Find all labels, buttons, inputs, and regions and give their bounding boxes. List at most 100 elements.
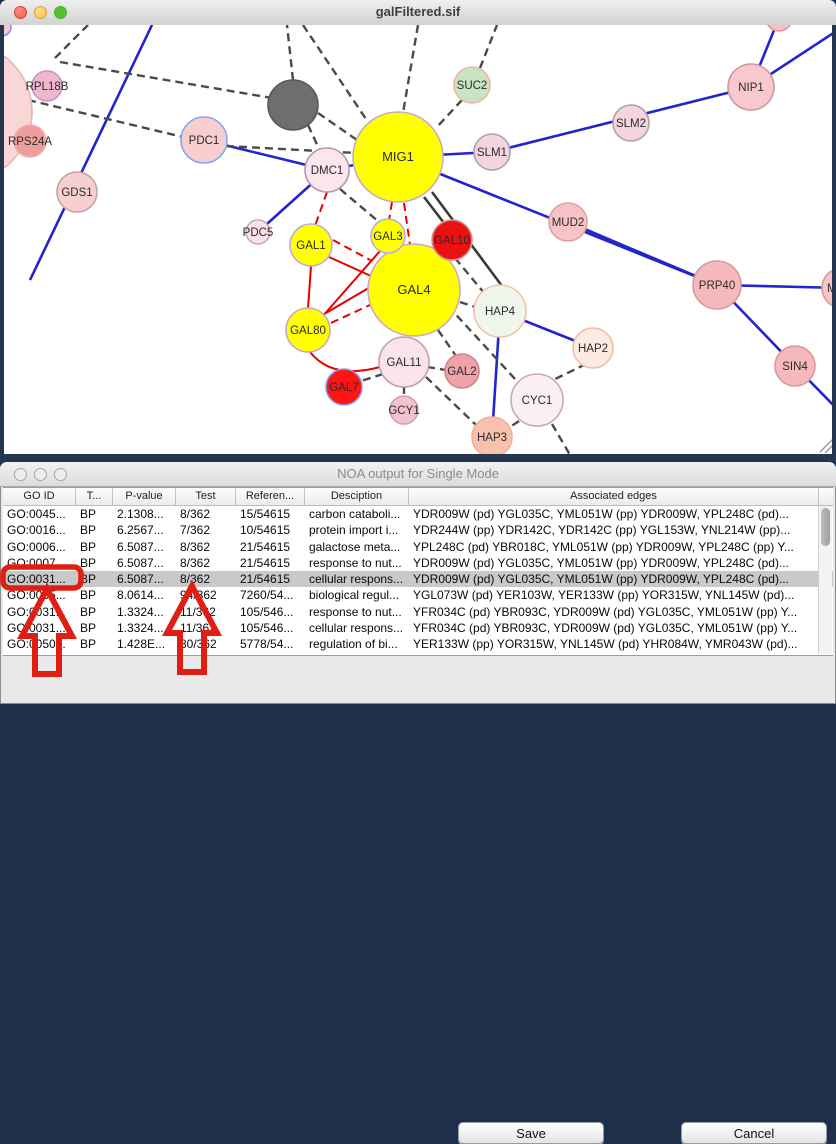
network-edge-gray[interactable] bbox=[287, 25, 293, 80]
table-cell: GO:0031... bbox=[3, 620, 76, 636]
table-cell: 21/54615 bbox=[236, 571, 305, 587]
table-row[interactable]: GO:0031...BP6.5087...8/36221/54615cellul… bbox=[3, 571, 833, 587]
network-edge-red_dash[interactable] bbox=[315, 192, 327, 226]
noa-window-title: NOA output for Single Mode bbox=[0, 466, 836, 481]
node-label-GAL1: GAL1 bbox=[296, 240, 325, 252]
node-label-MUD2: MUD2 bbox=[552, 217, 585, 229]
network-edge-gray[interactable] bbox=[28, 100, 183, 137]
table-cell: YDR009W (pd) YGL035C, YML051W (pp) YDR00… bbox=[409, 571, 819, 587]
table-header-row: GO IDT...P-valueTestReferen...Desciption… bbox=[3, 488, 833, 506]
noa-output-window: NOA output for Single Mode GO IDT...P-va… bbox=[0, 462, 836, 704]
node-label-HAP4: HAP4 bbox=[485, 306, 516, 318]
table-cell: 7260/54... bbox=[236, 587, 305, 603]
table-cell: BP bbox=[76, 604, 113, 620]
table-cell: 21/54615 bbox=[236, 539, 305, 555]
table-cell: 105/546... bbox=[236, 620, 305, 636]
noa-results-table: GO IDT...P-valueTestReferen...Desciption… bbox=[3, 487, 833, 656]
network-edge-red[interactable] bbox=[308, 266, 311, 309]
table-cell: BP bbox=[76, 587, 113, 603]
save-button[interactable]: Save bbox=[458, 1122, 604, 1144]
node-label-CYC1: CYC1 bbox=[522, 395, 553, 407]
table-row[interactable]: GO:0045...BP2.1308...8/36215/54615carbon… bbox=[3, 506, 833, 522]
node-gray-node[interactable] bbox=[268, 80, 318, 130]
table-cell: YGL073W (pd) YER103W, YER133W (pp) YOR31… bbox=[409, 587, 819, 603]
table-cell: YFR034C (pd) YBR093C, YDR009W (pd) YGL03… bbox=[409, 604, 819, 620]
table-cell: BP bbox=[76, 636, 113, 652]
node-label-DMC1: DMC1 bbox=[311, 165, 344, 177]
node-big-left[interactable] bbox=[4, 42, 32, 182]
network-edge-gray[interactable] bbox=[427, 367, 446, 370]
scrollbar-thumb[interactable] bbox=[821, 508, 830, 546]
table-cell: GO:0050... bbox=[3, 636, 76, 652]
node-label-GAL7: GAL7 bbox=[329, 382, 358, 394]
table-cell: galactose meta... bbox=[305, 539, 409, 555]
table-row[interactable]: GO:0050...BP1.428E...80/3625778/54...reg… bbox=[3, 636, 833, 652]
table-row[interactable]: GO:0031...BP1.3324...11/362105/546...cel… bbox=[3, 620, 833, 636]
node-label-HAP3: HAP3 bbox=[477, 432, 507, 444]
node-label-PRP40: PRP40 bbox=[699, 280, 735, 292]
network-edge-gray[interactable] bbox=[55, 25, 88, 58]
table-cell: GO:0006... bbox=[3, 539, 76, 555]
network-edge-red[interactable] bbox=[326, 286, 372, 313]
node-corner-top-left[interactable] bbox=[4, 25, 11, 36]
table-row[interactable]: GO:0031...BP1.3324...11/362105/546...res… bbox=[3, 604, 833, 620]
network-edge-red_dash[interactable] bbox=[333, 240, 372, 261]
table-cell: 8/362 bbox=[176, 555, 236, 571]
table-cell: 11/362 bbox=[176, 620, 236, 636]
network-edge-gray[interactable] bbox=[460, 302, 475, 307]
column-header-go-id[interactable]: GO ID bbox=[3, 488, 76, 505]
column-header-desciption[interactable]: Desciption bbox=[305, 488, 409, 505]
node-label-NIP1: NIP1 bbox=[738, 82, 764, 94]
network-edge-gray[interactable] bbox=[361, 374, 383, 381]
table-cell: 7/362 bbox=[176, 522, 236, 538]
node-label-GAL4: GAL4 bbox=[397, 282, 430, 297]
noa-window-titlebar: NOA output for Single Mode bbox=[0, 462, 836, 487]
network-edge-gray[interactable] bbox=[308, 125, 320, 151]
network-edge-red[interactable] bbox=[329, 257, 371, 276]
network-edge-red_dash[interactable] bbox=[389, 202, 392, 220]
table-cell: GO:0065... bbox=[3, 587, 76, 603]
network-edge-gray[interactable] bbox=[480, 25, 497, 68]
network-edge-gray[interactable] bbox=[549, 364, 586, 382]
network-edge-gray[interactable] bbox=[436, 100, 462, 128]
table-cell: GO:0031... bbox=[3, 571, 76, 587]
table-cell: cellular respons... bbox=[305, 620, 409, 636]
network-edge-gray[interactable] bbox=[403, 25, 418, 113]
column-header-t-[interactable]: T... bbox=[76, 488, 113, 505]
network-window-title: galFiltered.sif bbox=[0, 4, 836, 19]
table-body: GO:0045...BP2.1308...8/36215/54615carbon… bbox=[3, 506, 833, 653]
network-edge-gray[interactable] bbox=[438, 330, 456, 356]
node-label-GAL2: GAL2 bbox=[447, 366, 476, 378]
cancel-button[interactable]: Cancel bbox=[681, 1122, 827, 1144]
network-edge-gray[interactable] bbox=[60, 62, 272, 98]
table-cell: GO:0045... bbox=[3, 506, 76, 522]
node-label-GAL80: GAL80 bbox=[290, 325, 326, 337]
table-cell: GO:0016... bbox=[3, 522, 76, 538]
table-row[interactable]: GO:0016...BP6.2567...7/36210/54615protei… bbox=[3, 522, 833, 538]
network-edge-gray[interactable] bbox=[552, 424, 573, 454]
node-label-GAL10: GAL10 bbox=[434, 235, 470, 247]
node-label-SLM1: SLM1 bbox=[477, 147, 507, 159]
column-header-associated-edges[interactable]: Associated edges bbox=[409, 488, 819, 505]
table-row[interactable]: GO:0007...BP6.5087...8/36221/54615respon… bbox=[3, 555, 833, 571]
network-edge-gray[interactable] bbox=[318, 113, 357, 140]
network-edge-blue[interactable] bbox=[30, 25, 152, 280]
table-cell: YPL248C (pd) YBR018C, YML051W (pp) YDR00… bbox=[409, 539, 819, 555]
table-cell: YDR244W (pp) YDR142C, YDR142C (pp) YGL15… bbox=[409, 522, 819, 538]
table-row[interactable]: GO:0065...BP8.0614...94/3627260/54...bio… bbox=[3, 587, 833, 603]
table-cell: response to nut... bbox=[305, 604, 409, 620]
node-label-RPS24A: RPS24A bbox=[8, 136, 52, 148]
node-label-PDC5: PDC5 bbox=[243, 227, 274, 239]
node-top-right-partial[interactable] bbox=[766, 25, 792, 31]
column-header-referen-[interactable]: Referen... bbox=[236, 488, 305, 505]
column-header-p-value[interactable]: P-value bbox=[113, 488, 176, 505]
network-canvas[interactable]: RPL18BRPS24AGDS1PDC1PDC5DMC1SUC2MIG1SLM1… bbox=[4, 25, 832, 454]
resize-grip-icon[interactable] bbox=[820, 439, 832, 452]
table-cell: 6.5087... bbox=[113, 571, 176, 587]
node-label-SLM2: SLM2 bbox=[616, 118, 646, 130]
network-edge-dark[interactable] bbox=[424, 197, 444, 223]
table-cell: 6.5087... bbox=[113, 555, 176, 571]
vertical-scrollbar[interactable] bbox=[818, 506, 832, 654]
table-row[interactable]: GO:0006...BP6.5087...8/36221/54615galact… bbox=[3, 539, 833, 555]
column-header-test[interactable]: Test bbox=[176, 488, 236, 505]
